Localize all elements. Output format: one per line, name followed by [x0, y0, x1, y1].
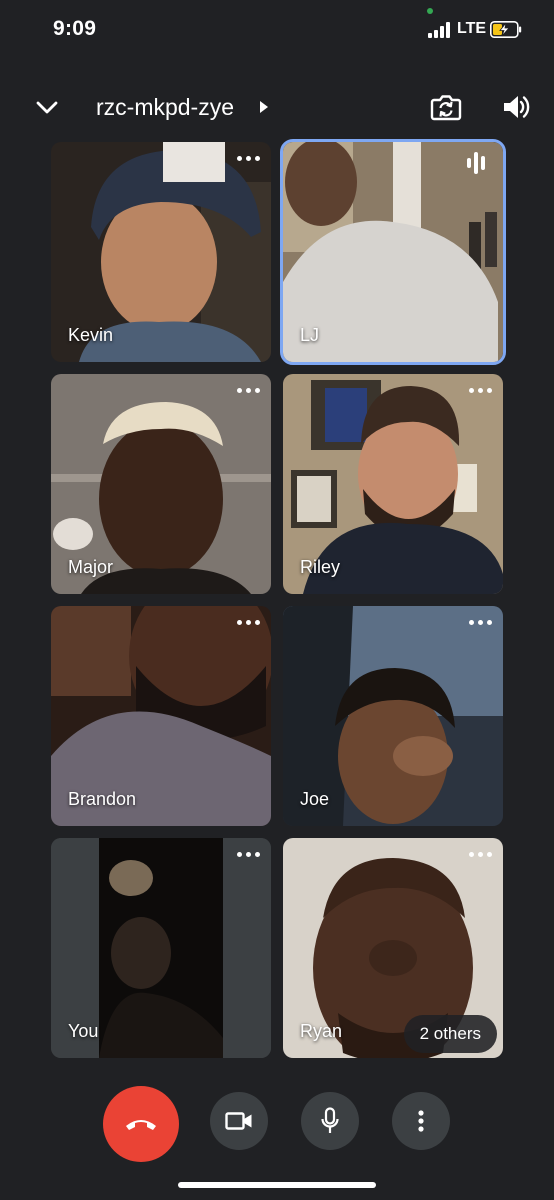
camera-in-use-dot — [427, 8, 433, 14]
participant-name: Riley — [300, 557, 341, 577]
participant-name: LJ — [300, 325, 320, 345]
more-options-icon[interactable] — [469, 850, 493, 860]
battery-charging-icon — [490, 21, 522, 38]
more-options-button[interactable] — [392, 1092, 450, 1150]
caret-right-icon[interactable] — [259, 100, 269, 114]
participant-name: Major — [68, 557, 114, 577]
more-options-icon[interactable] — [469, 386, 493, 396]
vertical-dots-icon — [418, 1110, 424, 1132]
status-time: 9:09 — [53, 17, 97, 40]
participant-tile[interactable]: Kevin — [51, 142, 271, 362]
participant-tile[interactable]: Joe — [283, 606, 503, 826]
others-count-pill[interactable]: 2 others — [403, 1015, 497, 1053]
participant-tile-active-speaker[interactable]: LJ — [280, 139, 506, 365]
microphone-toggle-button[interactable] — [301, 1092, 359, 1150]
signal-icon — [428, 22, 450, 38]
participant-tile[interactable]: Riley — [283, 374, 503, 594]
participant-name: Brandon — [68, 789, 137, 809]
speaking-indicator-icon — [467, 152, 491, 174]
participant-tile[interactable]: Brandon — [51, 606, 271, 826]
flip-camera-icon[interactable] — [430, 92, 462, 122]
self-view-tile[interactable]: You — [51, 838, 271, 1058]
more-options-icon[interactable] — [469, 618, 493, 628]
camera-toggle-button[interactable] — [210, 1092, 268, 1150]
participant-name: Ryan — [300, 1021, 343, 1041]
home-indicator[interactable] — [178, 1182, 376, 1188]
participant-name: You — [68, 1021, 99, 1041]
participant-name: Kevin — [68, 325, 114, 345]
participant-tile[interactable]: Major — [51, 374, 271, 594]
participant-name: Joe — [300, 789, 330, 809]
participant-tile[interactable]: Ryan 2 others — [283, 838, 503, 1058]
call-controls — [0, 1082, 554, 1162]
more-options-icon[interactable] — [237, 154, 261, 164]
status-bar: 9:09 LTE — [0, 0, 554, 62]
microphone-icon — [321, 1107, 339, 1133]
speaker-icon[interactable] — [500, 92, 532, 122]
network-type: LTE — [457, 20, 487, 37]
more-options-icon[interactable] — [237, 618, 261, 628]
meeting-header: rzc-mkpd-zye — [0, 80, 554, 134]
more-options-icon[interactable] — [237, 386, 261, 396]
hang-up-icon — [126, 1120, 156, 1130]
more-options-icon[interactable] — [237, 850, 261, 860]
video-camera-icon — [225, 1112, 252, 1130]
chevron-down-icon[interactable] — [33, 94, 61, 122]
hang-up-button[interactable] — [103, 1086, 179, 1162]
meeting-code[interactable]: rzc-mkpd-zye — [96, 94, 234, 121]
